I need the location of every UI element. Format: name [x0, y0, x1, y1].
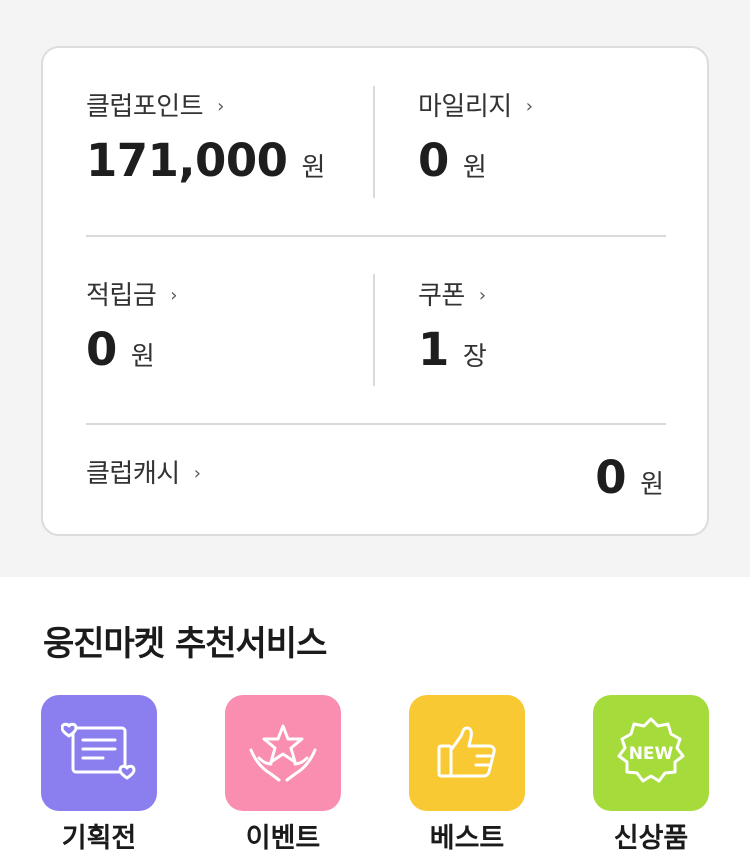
club-point-label: 클럽포인트 — [86, 92, 204, 122]
club-point-value: 171,000 — [86, 134, 288, 187]
coupon-unit: 장 — [462, 342, 487, 372]
vertical-divider — [373, 86, 375, 198]
new-badge-icon: NEW — [593, 695, 709, 811]
thumbs-up-icon — [409, 695, 525, 811]
club-cash-unit: 원 — [640, 470, 664, 500]
points-card: 클럽포인트 › 171,000 원 마일리지 › 0 원 적립금 › 0 원 쿠… — [41, 46, 709, 536]
mileage-cell[interactable]: 마일리지 › 0 원 — [418, 92, 533, 187]
service-exhibition[interactable]: 기획전 — [41, 695, 157, 850]
vertical-divider — [373, 274, 375, 386]
chevron-right-icon: › — [217, 96, 224, 117]
club-cash-cell[interactable]: 클럽캐시 › — [86, 459, 201, 489]
service-new[interactable]: NEW 신상품 — [593, 695, 709, 850]
reserve-label: 적립금 — [86, 281, 157, 311]
chevron-right-icon: › — [478, 285, 486, 306]
club-cash-value: 0 — [595, 451, 627, 504]
coupon-cell[interactable]: 쿠폰 › 1 장 — [418, 283, 487, 372]
section-title: 웅진마켓 추천서비스 — [43, 624, 327, 664]
recommend-section: 웅진마켓 추천서비스 기획전 이벤트 베스트 NEW 신상품 — [0, 577, 750, 850]
mileage-value: 0 — [418, 134, 449, 187]
mileage-label: 마일리지 — [418, 92, 512, 122]
chevron-right-icon: › — [525, 96, 533, 117]
club-cash-label: 클럽캐시 — [86, 459, 180, 489]
mileage-unit: 원 — [462, 153, 487, 183]
star-hands-icon — [225, 695, 341, 811]
reserve-unit: 원 — [130, 342, 155, 372]
exhibition-card-icon — [41, 695, 157, 811]
points-area: 클럽포인트 › 171,000 원 마일리지 › 0 원 적립금 › 0 원 쿠… — [0, 0, 750, 577]
club-point-cell[interactable]: 클럽포인트 › 171,000 원 — [86, 94, 325, 183]
horizontal-divider — [86, 235, 666, 237]
service-label: 이벤트 — [245, 823, 321, 850]
service-best[interactable]: 베스트 — [409, 695, 525, 850]
service-label: 신상품 — [613, 823, 689, 850]
new-badge-text: NEW — [629, 744, 674, 764]
reserve-cell[interactable]: 적립금 › 0 원 — [86, 283, 177, 372]
club-cash-amount: 0 원 — [595, 455, 664, 500]
coupon-label: 쿠폰 — [418, 281, 465, 311]
horizontal-divider — [86, 423, 666, 425]
club-point-unit: 원 — [301, 153, 326, 183]
reserve-value: 0 — [86, 323, 117, 376]
service-label: 베스트 — [429, 823, 505, 850]
service-label: 기획전 — [61, 823, 137, 850]
service-event[interactable]: 이벤트 — [225, 695, 341, 850]
chevron-right-icon: › — [193, 463, 201, 484]
coupon-value: 1 — [418, 323, 449, 376]
chevron-right-icon: › — [170, 285, 177, 306]
